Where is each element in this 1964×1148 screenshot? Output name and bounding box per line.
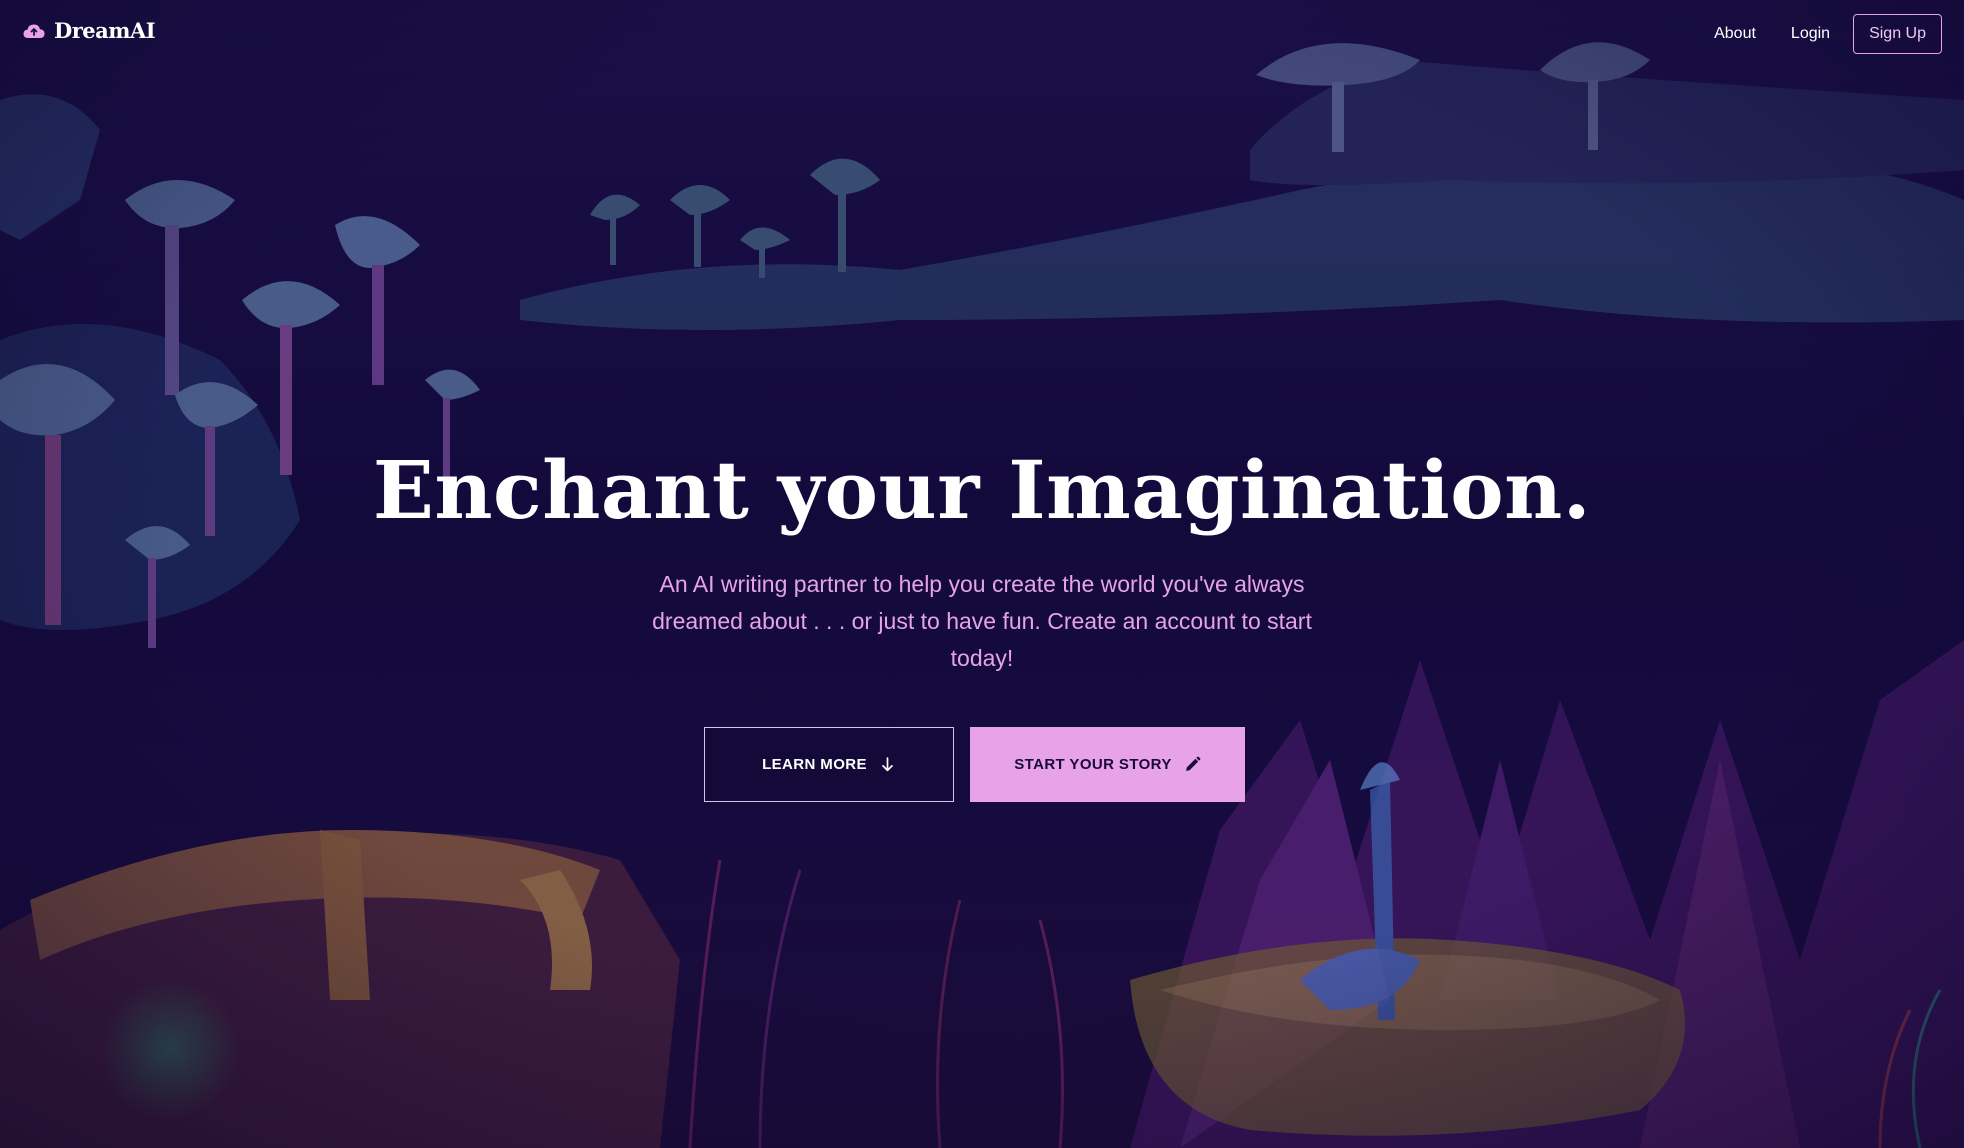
hero-section: DreamAI About Login Sign Up Enchant your… <box>0 0 1964 1148</box>
top-navigation: DreamAI About Login Sign Up <box>0 0 1964 68</box>
nav-about-link[interactable]: About <box>1714 25 1756 43</box>
hero-headline: Enchant your Imagination. <box>372 443 1592 537</box>
learn-more-button[interactable]: LEARN MORE <box>704 727 954 802</box>
hero-subtitle: An AI writing partner to help you create… <box>652 571 1312 671</box>
arrow-down-icon <box>882 757 893 772</box>
nav-login-link[interactable]: Login <box>1791 25 1830 43</box>
brand-logo[interactable]: DreamAI <box>22 18 156 43</box>
signup-button[interactable]: Sign Up <box>1853 14 1942 54</box>
nav-links: About Login Sign Up <box>1679 14 1942 54</box>
cta-buttons: LEARN MORE START YOUR STORY <box>704 727 1245 802</box>
brand-name: DreamAI <box>54 18 156 43</box>
cloud-icon <box>23 24 45 38</box>
start-story-label: START YOUR STORY <box>1014 756 1172 773</box>
pencil-icon <box>1185 756 1201 771</box>
start-story-button[interactable]: START YOUR STORY <box>970 727 1245 802</box>
learn-more-label: LEARN MORE <box>762 756 867 773</box>
